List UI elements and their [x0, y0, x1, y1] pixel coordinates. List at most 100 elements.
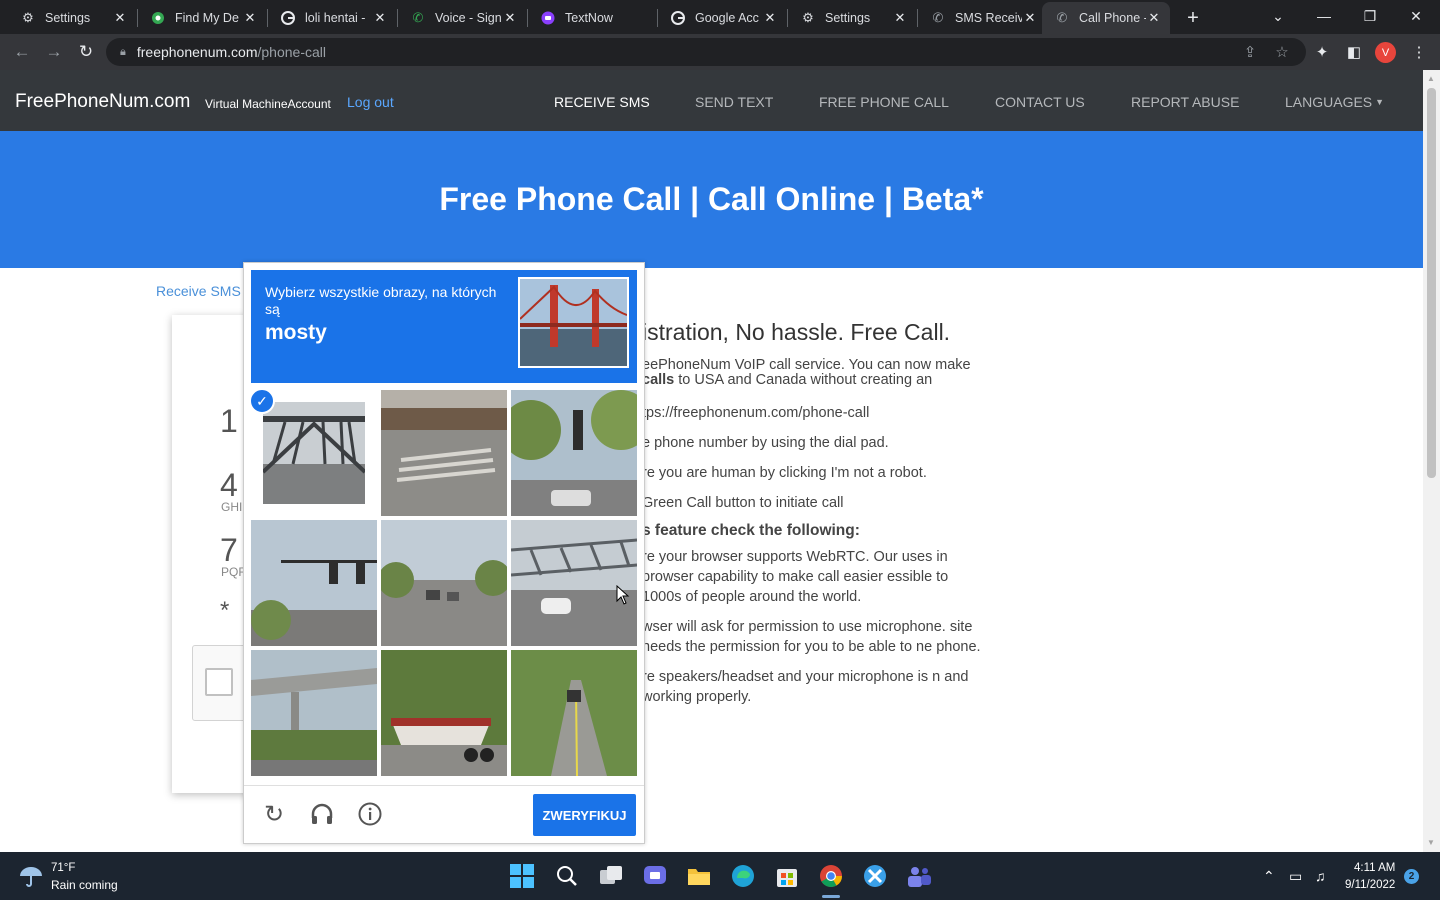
captcha-tile-7[interactable] [251, 650, 377, 776]
tab-close-icon[interactable]: ✕ [762, 10, 778, 26]
scroll-down-icon[interactable]: ▼ [1427, 838, 1435, 847]
headphones-audio-icon[interactable] [308, 800, 336, 828]
dial-key-star[interactable]: * [220, 597, 229, 625]
new-tab-button[interactable]: + [1181, 6, 1205, 30]
page-scrollbar[interactable]: ▲ ▼ [1423, 70, 1440, 852]
caret-down-icon: ▼ [1375, 97, 1385, 107]
tab-close-icon[interactable]: ✕ [502, 10, 518, 26]
bookmark-star-icon[interactable]: ☆ [1269, 38, 1295, 66]
refresh-icon[interactable]: ↻ [260, 800, 288, 828]
file-explorer-icon[interactable] [686, 863, 712, 889]
forward-arrow-icon[interactable]: → [41, 39, 67, 65]
vpn-app-icon[interactable] [862, 863, 888, 889]
tab-search-chevron-icon[interactable]: ⌄ [1262, 4, 1294, 28]
clock-time[interactable]: 4:11 AM [1354, 862, 1395, 874]
captcha-tile-1[interactable]: ✓ [251, 390, 377, 516]
windows-start-icon[interactable] [509, 863, 535, 889]
tab-close-icon[interactable]: ✕ [1146, 10, 1162, 26]
tab-voice[interactable]: ✆ Voice - Sign ✕ [398, 4, 526, 32]
clock-date[interactable]: 9/11/2022 [1345, 879, 1395, 891]
dial-key-4-letters: GHI [221, 500, 243, 514]
scrollbar-thumb[interactable] [1427, 88, 1436, 478]
step-3: re you are human by clicking I'm not a r… [642, 465, 927, 481]
tab-close-icon[interactable]: ✕ [892, 10, 908, 26]
dial-key-1[interactable]: 1 [220, 403, 238, 440]
recaptcha-checkbox[interactable] [205, 668, 233, 696]
tile-image-bridge-truss-car [511, 520, 637, 646]
restore-button[interactable]: ❐ [1354, 4, 1386, 28]
tab-settings-2[interactable]: ⚙ Settings ✕ [788, 4, 916, 32]
search-icon[interactable] [554, 863, 580, 889]
google-icon [670, 10, 686, 26]
tab-close-icon[interactable]: ✕ [372, 10, 388, 26]
captcha-tile-4[interactable] [251, 520, 377, 646]
nav-contact-us[interactable]: CONTACT US [995, 94, 1085, 110]
nav-receive-sms[interactable]: RECEIVE SMS [554, 94, 650, 110]
task-view-icon[interactable] [598, 863, 624, 889]
tile-image-road-cars [381, 520, 507, 646]
tab-close-icon[interactable]: ✕ [112, 10, 128, 26]
site-brand-subtitle: Virtual MachineAccount [205, 97, 331, 111]
extensions-puzzle-icon[interactable]: ✦ [1309, 38, 1335, 66]
tab-sms-receive[interactable]: ✆ SMS Receiv ✕ [918, 4, 1046, 32]
captcha-tile-2[interactable] [381, 390, 507, 516]
tab-textnow[interactable]: TextNow [528, 4, 656, 32]
weather-description[interactable]: Rain coming [51, 878, 118, 892]
address-bar[interactable]: 🔒︎ freephonenum.com/phone-call [106, 38, 1306, 66]
tab-label: Find My De [175, 11, 239, 25]
challenge-instruction: Wybierz wszystkie obrazy, na których są [265, 284, 497, 317]
teams-chat-icon[interactable] [642, 863, 668, 889]
teams-icon[interactable] [906, 863, 932, 889]
tab-close-icon[interactable]: ✕ [242, 10, 258, 26]
tab-strip: ⚙ Settings ✕ Find My De ✕ loli hentai - … [0, 0, 1440, 34]
volume-icon[interactable]: ♫ [1315, 868, 1326, 884]
page-title: Free Phone Call | Call Online | Beta* [439, 181, 984, 217]
tab-find-my-device[interactable]: Find My De ✕ [138, 4, 266, 32]
dial-key-7[interactable]: 7 [220, 532, 238, 569]
captcha-tile-8[interactable] [381, 650, 507, 776]
back-arrow-icon[interactable]: ← [9, 39, 35, 65]
menu-kebab-icon[interactable]: ⋮ [1406, 38, 1432, 66]
weather-rain-icon[interactable] [18, 864, 44, 888]
nav-languages-dropdown[interactable]: LANGUAGES ▼ [1285, 94, 1384, 110]
minimize-button[interactable]: — [1308, 4, 1340, 28]
tile-image-tree-lined-road [511, 650, 637, 776]
tab-call-phone[interactable]: ✆ Call Phone - ✕ [1042, 2, 1170, 34]
nav-free-phone-call[interactable]: FREE PHONE CALL [819, 94, 949, 110]
tab-close-icon[interactable]: ✕ [1022, 10, 1038, 26]
phone-icon: ✆ [932, 10, 944, 25]
lock-icon: 🔒︎ [120, 45, 126, 58]
site-brand[interactable]: FreePhoneNum.com [15, 91, 190, 113]
profile-avatar[interactable]: V [1375, 42, 1396, 63]
captcha-tile-5[interactable] [381, 520, 507, 646]
edge-browser-icon[interactable] [730, 863, 756, 889]
microsoft-store-icon[interactable] [774, 863, 800, 889]
logout-link[interactable]: Log out [347, 94, 394, 110]
nav-report-abuse[interactable]: REPORT ABUSE [1131, 94, 1239, 110]
dial-key-4[interactable]: 4 [220, 467, 238, 504]
intro-heading: istration, No hassle. Free Call. [642, 319, 951, 345]
info-icon[interactable] [356, 800, 384, 828]
url-path: /phone-call [257, 44, 327, 60]
side-panel-icon[interactable]: ◧ [1341, 38, 1367, 66]
tray-overflow-chevron-icon[interactable]: ⌃ [1263, 868, 1275, 885]
find-device-icon [150, 10, 166, 26]
tab-settings-1[interactable]: ⚙ Settings ✕ [8, 4, 136, 32]
weather-temperature[interactable]: 71°F [51, 862, 75, 874]
reload-icon[interactable]: ↻ [73, 39, 99, 65]
chrome-icon[interactable] [818, 863, 844, 889]
captcha-tile-9[interactable] [511, 650, 637, 776]
verify-button[interactable]: ZWERYFIKUJ [533, 794, 636, 836]
share-icon[interactable]: ⇪ [1237, 38, 1263, 66]
notification-badge[interactable]: 2 [1404, 869, 1419, 884]
scroll-up-icon[interactable]: ▲ [1427, 74, 1435, 83]
network-display-icon[interactable]: ▭ [1289, 868, 1302, 885]
captcha-tile-6[interactable] [511, 520, 637, 646]
tab-google-search[interactable]: loli hentai - ✕ [268, 4, 396, 32]
close-window-button[interactable]: ✕ [1400, 4, 1432, 28]
tab-google-account[interactable]: Google Acc ✕ [658, 4, 786, 32]
breadcrumb-receive-sms[interactable]: Receive SMS [156, 283, 241, 299]
captcha-tile-3[interactable] [511, 390, 637, 516]
nav-send-text[interactable]: SEND TEXT [695, 94, 773, 110]
challenge-footer: ↻ ZWERYFIKUJ [244, 785, 644, 843]
